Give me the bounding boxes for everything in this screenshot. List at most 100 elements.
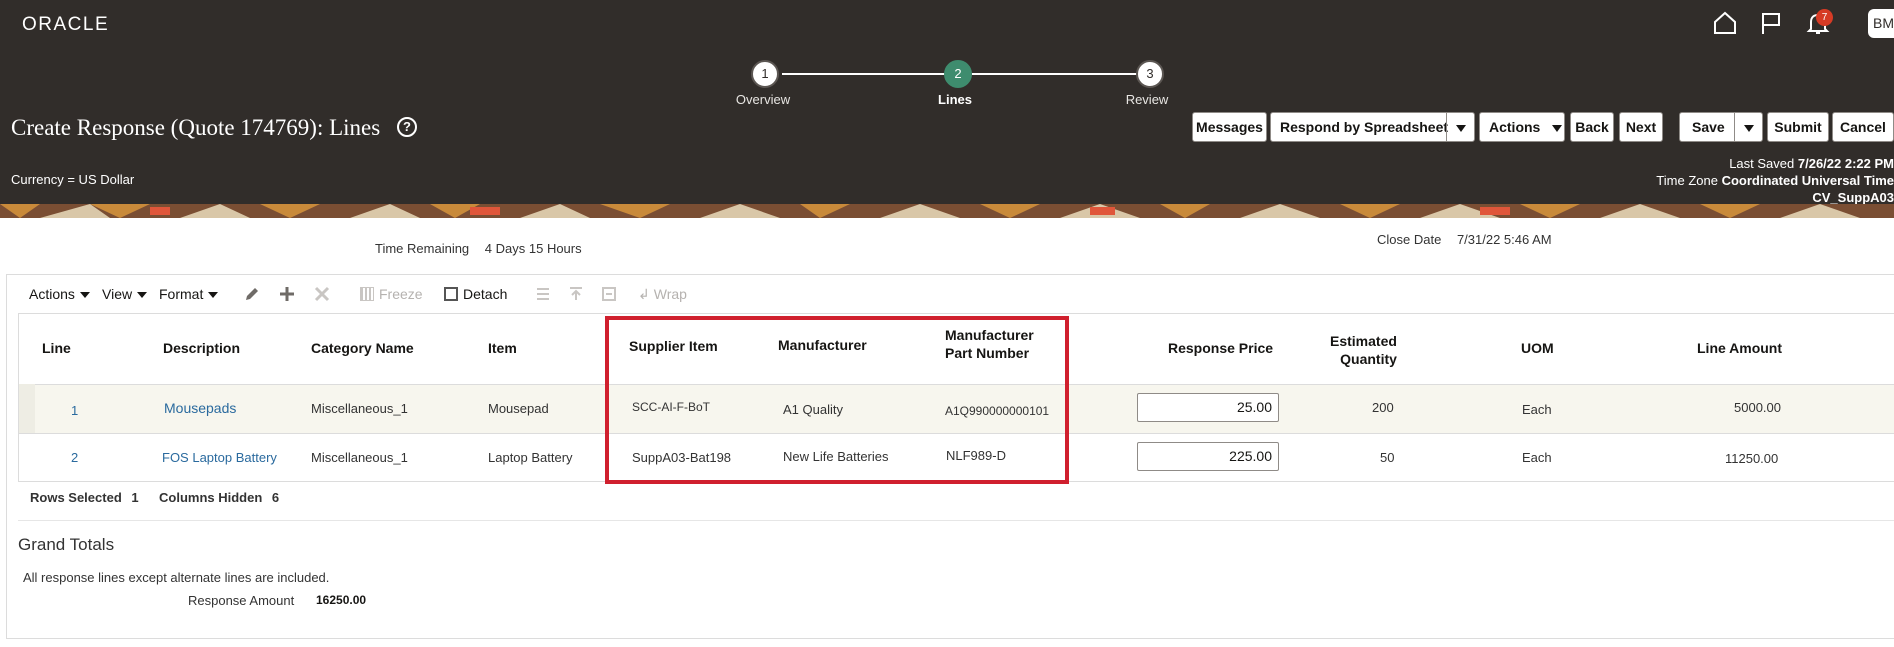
col-header-category[interactable]: Category Name <box>311 339 414 357</box>
columns-hidden[interactable]: Columns Hidden 6 <box>159 490 279 505</box>
save-dropdown-icon[interactable] <box>1734 113 1762 141</box>
save-label: Save <box>1692 119 1725 135</box>
actions-button[interactable]: Actions <box>1479 112 1565 142</box>
row2-estimated-quantity: 50 <box>1380 450 1395 465</box>
stepper-connector <box>782 73 958 75</box>
detach-icon <box>444 287 458 301</box>
chevron-down-icon <box>208 292 219 299</box>
reorder-icon[interactable] <box>600 285 618 303</box>
close-date-value: 7/31/22 5:46 AM <box>1456 232 1552 247</box>
col-header-estimated-quantity[interactable]: Estimated Quantity <box>1330 332 1397 368</box>
row1-category: Miscellaneous_1 <box>311 401 408 416</box>
wrap-button[interactable]: ↲ Wrap <box>638 286 687 303</box>
row2-category: Miscellaneous_1 <box>311 450 408 465</box>
row1-line[interactable]: 1 <box>71 403 78 418</box>
notification-badge: 7 <box>1816 9 1833 26</box>
col-header-line[interactable]: Line <box>42 339 71 357</box>
currency-label: Currency = US Dollar <box>11 172 135 187</box>
rows-selected: Rows Selected 1 <box>30 490 139 505</box>
grand-totals-note: All response lines except alternate line… <box>23 570 330 585</box>
response-amount-value: 16250.00 <box>316 593 367 607</box>
last-saved-value: 7/26/22 2:22 PM <box>1797 156 1894 171</box>
est-qty-header-line1: Estimated <box>1330 333 1397 349</box>
time-remaining-label: Time Remaining <box>375 241 470 256</box>
time-remaining: Time Remaining 4 Days 15 Hours <box>375 241 582 256</box>
table-toolbar: Actions View Format Freeze Detach ↲ Wrap <box>16 276 1894 310</box>
move-column-icon[interactable] <box>534 285 552 303</box>
row1-item: Mousepad <box>488 401 549 416</box>
save-button[interactable]: Save <box>1679 112 1763 142</box>
col-header-description[interactable]: Description <box>163 339 240 357</box>
columns-hidden-label: Columns Hidden <box>159 490 263 505</box>
time-remaining-value: 4 Days 15 Hours <box>484 241 582 256</box>
stepper-connector <box>972 73 1150 75</box>
col-header-item[interactable]: Item <box>488 339 517 357</box>
step-1-label[interactable]: Overview <box>718 92 808 107</box>
detach-label: Detach <box>463 286 508 302</box>
chevron-down-icon <box>137 292 148 299</box>
row1-estimated-quantity: 200 <box>1372 400 1394 415</box>
edit-icon[interactable] <box>243 285 261 303</box>
cancel-button[interactable]: Cancel <box>1832 112 1894 142</box>
add-icon[interactable] <box>278 285 296 303</box>
row2-line[interactable]: 2 <box>71 450 78 465</box>
row1-description-link[interactable]: Mousepads <box>164 400 236 416</box>
est-qty-header-line2: Quantity <box>1340 351 1397 367</box>
row2-line-amount: 11250.00 <box>1725 451 1779 466</box>
time-zone-label: Time Zone <box>1656 173 1718 188</box>
back-button[interactable]: Back <box>1570 112 1614 142</box>
rows-selected-label: Rows Selected <box>30 490 122 505</box>
step-3-label[interactable]: Review <box>1102 92 1192 107</box>
oracle-logo[interactable]: ORACLE <box>22 14 109 36</box>
step-2-circle[interactable]: 2 <box>944 60 972 88</box>
saved-info: Last Saved 7/26/22 2:22 PM Time Zone Coo… <box>1494 155 1894 206</box>
detach-button[interactable]: Detach <box>444 286 507 302</box>
row2-response-price-input[interactable]: 225.00 <box>1137 442 1279 471</box>
freeze-icon <box>360 287 374 301</box>
decorative-banner <box>0 204 1894 218</box>
toolbar-format-label: Format <box>159 286 204 302</box>
user-avatar[interactable]: BM <box>1868 9 1894 38</box>
toolbar-view-label: View <box>102 286 133 302</box>
row2-uom: Each <box>1522 450 1552 465</box>
columns-hidden-value: 6 <box>271 490 280 505</box>
col-header-uom[interactable]: UOM <box>1521 339 1554 357</box>
col-header-line-amount[interactable]: Line Amount <box>1697 339 1782 357</box>
submit-button[interactable]: Submit <box>1767 112 1829 142</box>
rows-selected-value: 1 <box>131 490 139 505</box>
sort-icon[interactable] <box>567 285 585 303</box>
row-selector[interactable] <box>19 384 35 433</box>
highlight-annotation-box <box>605 316 1069 484</box>
freeze-button[interactable]: Freeze <box>360 286 423 302</box>
time-zone-value: Coordinated Universal Time <box>1721 173 1894 188</box>
row1-uom: Each <box>1522 402 1552 417</box>
supplier-name: CV_SuppA03 <box>1812 190 1894 205</box>
grand-totals-title: Grand Totals <box>18 535 115 554</box>
row2-description-link[interactable]: FOS Laptop Battery <box>162 450 277 465</box>
toolbar-view-menu[interactable]: View <box>102 286 148 302</box>
wrap-label: Wrap <box>653 286 687 302</box>
step-3-circle[interactable]: 3 <box>1136 60 1164 88</box>
row1-response-price-input[interactable]: 25.00 <box>1137 393 1279 422</box>
row2-item: Laptop Battery <box>488 450 573 465</box>
toolbar-actions-label: Actions <box>29 286 75 302</box>
chevron-down-icon <box>1552 124 1563 132</box>
respond-by-spreadsheet-button[interactable]: Respond by Spreadsheet <box>1270 112 1475 142</box>
last-saved-label: Last Saved <box>1729 156 1795 171</box>
home-icon[interactable] <box>1712 10 1738 36</box>
toolbar-format-menu[interactable]: Format <box>159 286 219 302</box>
close-date: Close Date 7/31/22 5:46 AM <box>1377 232 1552 247</box>
chevron-down-icon <box>79 292 90 299</box>
delete-icon[interactable] <box>313 285 331 303</box>
help-icon[interactable]: ? <box>397 117 417 137</box>
step-1-circle[interactable]: 1 <box>751 60 779 88</box>
toolbar-actions-menu[interactable]: Actions <box>29 286 90 302</box>
next-button[interactable]: Next <box>1619 112 1663 142</box>
step-2-label[interactable]: Lines <box>910 92 1000 107</box>
col-header-response-price[interactable]: Response Price <box>1168 339 1273 357</box>
messages-button[interactable]: Messages <box>1192 112 1267 142</box>
close-date-label: Close Date <box>1377 232 1442 247</box>
flag-icon[interactable] <box>1758 10 1784 36</box>
respond-dropdown-icon[interactable] <box>1446 113 1474 141</box>
freeze-label: Freeze <box>379 286 423 302</box>
